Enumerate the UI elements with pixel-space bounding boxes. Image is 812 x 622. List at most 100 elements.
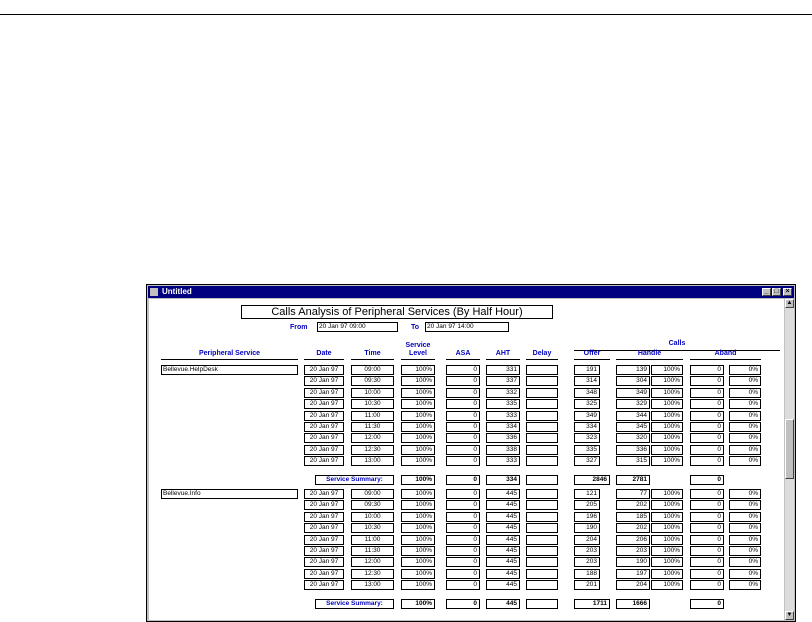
cell-service-level: 100%: [401, 456, 435, 466]
cell-time: 09:00: [351, 489, 394, 499]
summary-delay: [526, 599, 558, 609]
cell-delay: [526, 388, 558, 398]
cell-aht: 445: [486, 546, 520, 556]
cell-service-level: 100%: [401, 388, 435, 398]
cell-aband-pct: 0%: [729, 557, 761, 567]
cell-aband: 0: [690, 512, 724, 522]
vertical-scrollbar[interactable]: ▲ ▼: [785, 299, 794, 620]
summary-aband: 0: [690, 599, 724, 609]
cell-aband: 0: [690, 445, 724, 455]
cell-offer: 327: [574, 456, 600, 466]
scroll-thumb[interactable]: [785, 419, 794, 479]
cell-date: 20 Jan 97: [304, 512, 344, 522]
cell-aband: 0: [690, 500, 724, 510]
cell-service-level: 100%: [401, 365, 435, 375]
cell-offer: 334: [574, 422, 600, 432]
peripheral-service-name: Bellevue.Info: [161, 489, 298, 499]
cell-delay: [526, 489, 558, 499]
report-title: Calls Analysis of Peripheral Services (B…: [241, 305, 553, 319]
title-bar[interactable]: Untitled _ □ ×: [148, 286, 794, 298]
minimize-button[interactable]: _: [762, 288, 771, 296]
cell-date: 20 Jan 97: [304, 546, 344, 556]
cell-time: 12:00: [351, 557, 394, 567]
cell-handle-pct: 100%: [651, 376, 683, 386]
summary-asa: 0: [446, 599, 480, 609]
cell-handle-pct: 100%: [651, 422, 683, 432]
cell-handle-pct: 100%: [651, 523, 683, 533]
cell-handle: 203: [616, 546, 650, 556]
cell-date: 20 Jan 97: [304, 399, 344, 409]
summary-handle: 1666: [616, 599, 650, 609]
cell-aband-pct: 0%: [729, 523, 761, 533]
header-aband: Aband: [690, 350, 761, 360]
cell-delay: [526, 445, 558, 455]
cell-time: 09:00: [351, 365, 394, 375]
to-field[interactable]: 20 Jan 97 14:00: [425, 322, 509, 332]
cell-aband: 0: [690, 456, 724, 466]
cell-aht: 334: [486, 422, 520, 432]
maximize-button[interactable]: □: [772, 288, 781, 296]
cell-date: 20 Jan 97: [304, 500, 344, 510]
page-top-rule: [0, 14, 812, 15]
header-aht: AHT: [486, 350, 520, 360]
cell-handle: 304: [616, 376, 650, 386]
cell-handle: 202: [616, 523, 650, 533]
cell-offer: 201: [574, 580, 600, 590]
cell-aband-pct: 0%: [729, 546, 761, 556]
scroll-up-arrow-icon[interactable]: ▲: [785, 299, 794, 308]
cell-delay: [526, 422, 558, 432]
cell-delay: [526, 535, 558, 545]
cell-handle: 329: [616, 399, 650, 409]
report-canvas: Calls Analysis of Peripheral Services (B…: [149, 299, 784, 620]
header-delay: Delay: [526, 350, 558, 360]
cell-delay: [526, 456, 558, 466]
cell-handle-pct: 100%: [651, 546, 683, 556]
close-button[interactable]: ×: [783, 288, 792, 296]
cell-date: 20 Jan 97: [304, 422, 344, 432]
cell-time: 12:30: [351, 445, 394, 455]
cell-aband: 0: [690, 535, 724, 545]
cell-service-level: 100%: [401, 557, 435, 567]
cell-aband-pct: 0%: [729, 388, 761, 398]
app-icon[interactable]: [150, 288, 158, 296]
cell-date: 20 Jan 97: [304, 580, 344, 590]
cell-handle-pct: 100%: [651, 433, 683, 443]
from-field[interactable]: 20 Jan 97 09:00: [317, 322, 398, 332]
peripheral-service-name: Bellevue.HelpDesk: [161, 365, 298, 375]
cell-delay: [526, 399, 558, 409]
cell-aband-pct: 0%: [729, 489, 761, 499]
cell-delay: [526, 546, 558, 556]
cell-aband: 0: [690, 365, 724, 375]
cell-aband: 0: [690, 399, 724, 409]
header-handle: Handle: [616, 350, 683, 360]
cell-handle-pct: 100%: [651, 489, 683, 499]
cell-time: 11:30: [351, 546, 394, 556]
cell-delay: [526, 557, 558, 567]
header-service-level: Service Level: [401, 342, 435, 360]
cell-asa: 0: [446, 512, 480, 522]
cell-handle: 185: [616, 512, 650, 522]
cell-aband-pct: 0%: [729, 433, 761, 443]
cell-delay: [526, 433, 558, 443]
cell-handle: 139: [616, 365, 650, 375]
summary-offer: 2846: [574, 475, 610, 485]
cell-time: 13:00: [351, 456, 394, 466]
cell-handle-pct: 100%: [651, 445, 683, 455]
cell-aband-pct: 0%: [729, 569, 761, 579]
cell-service-level: 100%: [401, 489, 435, 499]
cell-handle-pct: 100%: [651, 557, 683, 567]
scroll-down-arrow-icon[interactable]: ▼: [785, 611, 794, 620]
cell-asa: 0: [446, 433, 480, 443]
cell-handle: 345: [616, 422, 650, 432]
cell-handle: 204: [616, 580, 650, 590]
cell-asa: 0: [446, 489, 480, 499]
cell-aht: 445: [486, 535, 520, 545]
cell-handle: 77: [616, 489, 650, 499]
header-service-level-line2: Level: [409, 350, 427, 357]
cell-handle-pct: 100%: [651, 399, 683, 409]
service-summary-label: Service Summary:: [315, 475, 394, 485]
cell-delay: [526, 411, 558, 421]
cell-aband-pct: 0%: [729, 399, 761, 409]
from-label: From: [290, 324, 308, 331]
cell-aht: 336: [486, 433, 520, 443]
